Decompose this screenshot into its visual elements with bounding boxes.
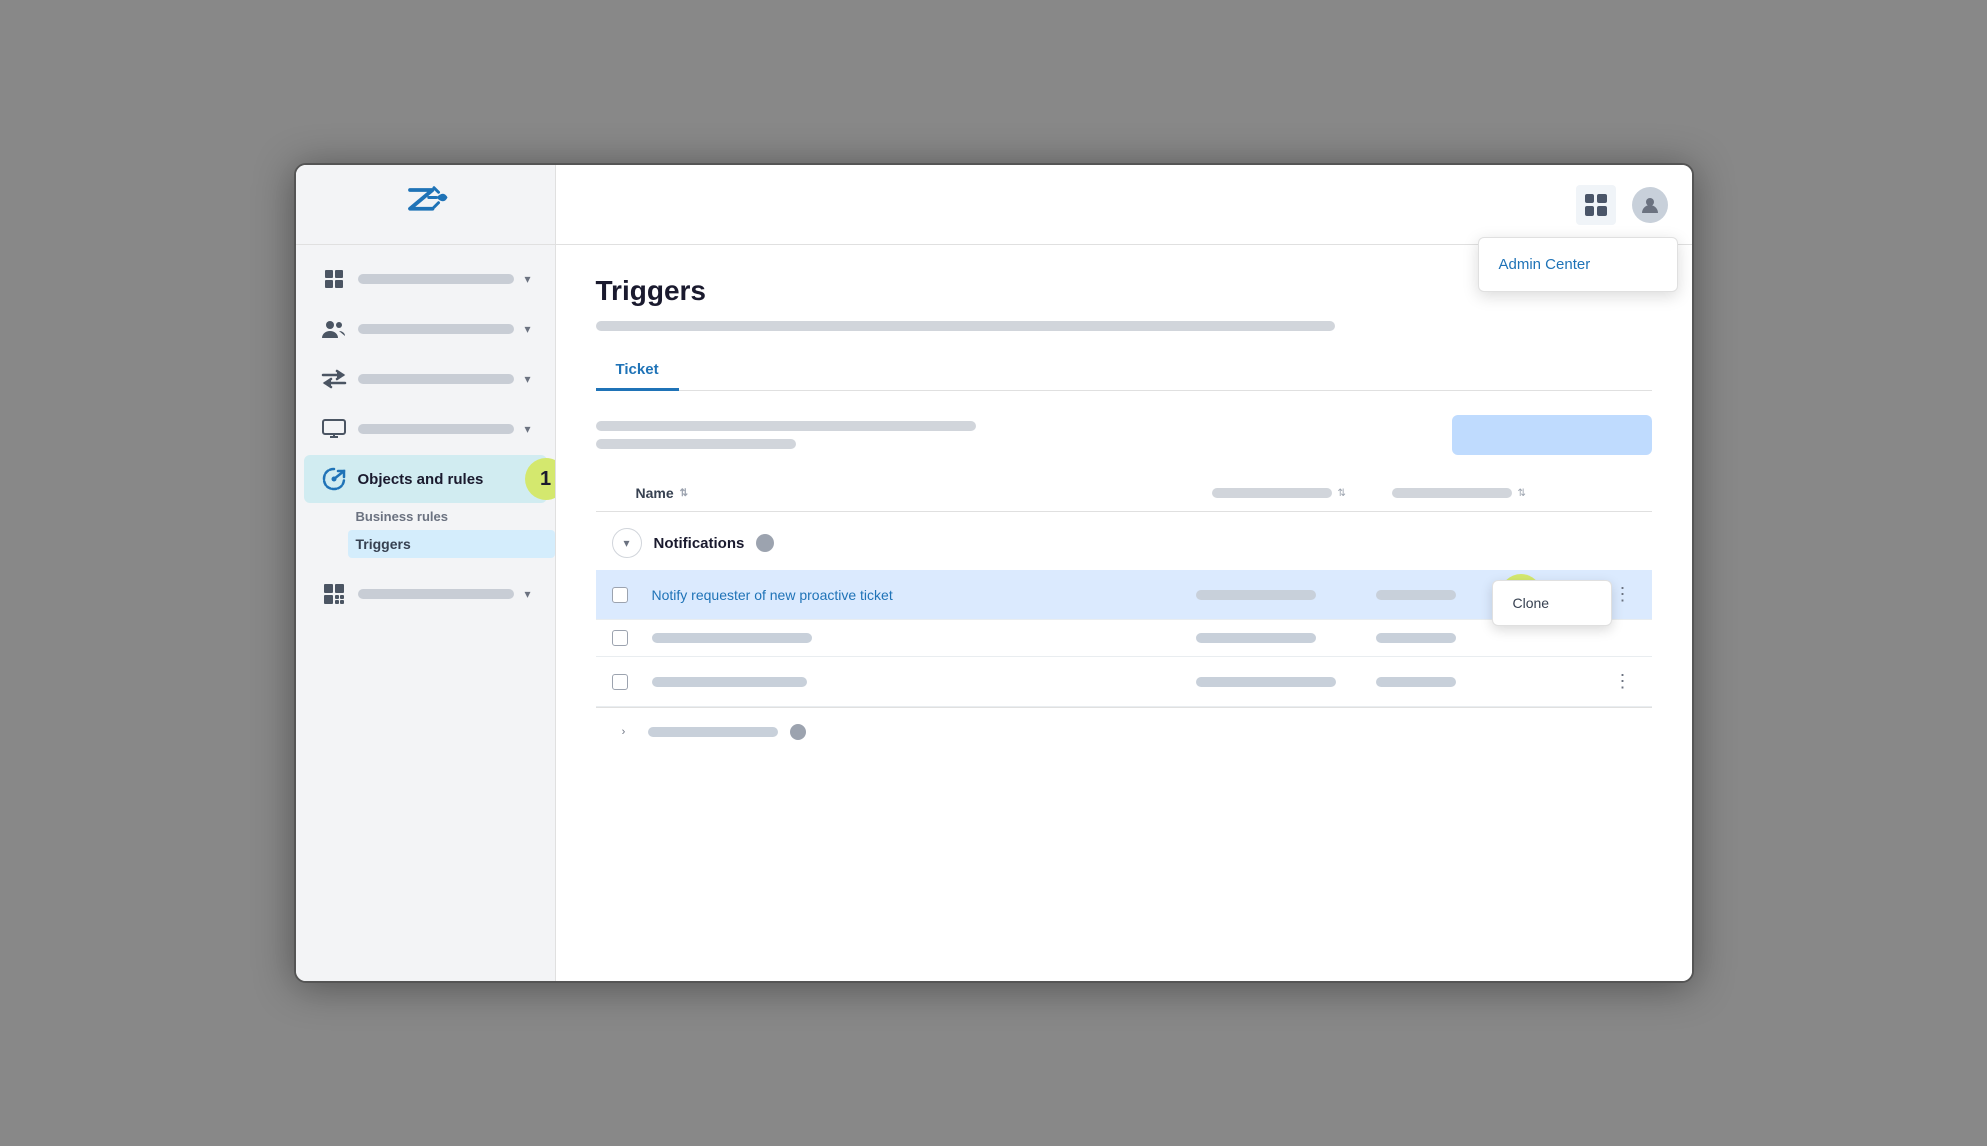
sidebar-label-bar (358, 324, 515, 334)
monitor-icon (320, 415, 348, 443)
chevron-down-icon: ▾ (524, 372, 530, 386)
chevron-down-icon: ▾ (524, 587, 530, 601)
user-silhouette-icon (1640, 195, 1660, 215)
apps-icon (320, 580, 348, 608)
row-mid-bar (1196, 677, 1336, 687)
row-mid-bar (1196, 590, 1316, 600)
mid-col-bar (1212, 488, 1332, 498)
header-name-col: Name ⇅ (636, 485, 1212, 501)
row-name-bar (652, 633, 812, 643)
chevron-down-icon: ▾ (524, 422, 530, 436)
row-right-bar (1376, 590, 1456, 600)
group-status-dot (756, 534, 774, 552)
top-right-actions: Admin Center (1576, 185, 1668, 225)
top-bar: Admin Center (296, 165, 1692, 245)
sidebar-item-channels[interactable]: ▾ (304, 355, 547, 403)
sidebar-item-apps[interactable]: ▾ (304, 570, 547, 618)
expand-group-button[interactable]: › (612, 720, 636, 744)
sidebar-objects-rules-label: Objects and rules (358, 471, 484, 488)
loading-bar (596, 321, 1335, 331)
group-collapse-button[interactable]: ▾ (612, 528, 642, 558)
toolbar-action-button[interactable] (1452, 415, 1652, 455)
collapsed-group-bar (648, 727, 778, 737)
toolbar (596, 415, 1652, 455)
row-name (652, 633, 1196, 643)
sidebar-item-objects-rules[interactable]: Objects and rules 1 (304, 455, 547, 503)
row-name (652, 677, 1196, 687)
table-row (596, 620, 1652, 657)
row1-wrapper: Notify requester of new proactive ticket… (596, 570, 1652, 620)
main-content: Triggers Ticket Name ⇅ (556, 245, 1692, 981)
row-checkbox[interactable] (612, 674, 652, 690)
building-icon (320, 265, 348, 293)
group-label: Notifications (654, 535, 745, 552)
sidebar-label-bar (358, 274, 515, 284)
right-col-bar (1392, 488, 1512, 498)
row-checkbox[interactable] (612, 630, 652, 646)
logo-area (296, 165, 556, 244)
checkbox-input[interactable] (612, 674, 628, 690)
sidebar-sub-items: Business rules Triggers (296, 505, 555, 558)
main-layout: ▾ ▾ (296, 245, 1692, 981)
row-name: Notify requester of new proactive ticket (652, 587, 1196, 603)
toolbar-bar-short (596, 439, 796, 449)
step-badge-1: 1 (525, 458, 556, 500)
right-sort-icon[interactable]: ⇅ (1518, 488, 1526, 499)
row-checkbox[interactable] (612, 587, 652, 603)
table-row: ⋮ (596, 657, 1652, 707)
sidebar-item-workspaces[interactable]: ▾ (304, 255, 547, 303)
notifications-group-header[interactable]: ▾ Notifications (596, 516, 1652, 570)
sidebar-item-people[interactable]: ▾ (304, 305, 547, 353)
context-menu: Clone (1492, 580, 1612, 626)
table-header: Name ⇅ ⇅ ⇅ (596, 475, 1652, 512)
sidebar-section-business-rules: Business rules (348, 505, 555, 528)
row-actions-menu-button[interactable]: ⋮ (1610, 580, 1636, 609)
checkbox-input[interactable] (612, 587, 628, 603)
user-avatar-button[interactable] (1632, 187, 1668, 223)
objects-rules-icon (320, 465, 348, 493)
collapsed-group-row[interactable]: › (596, 707, 1652, 756)
toolbar-left (596, 421, 976, 449)
arrows-icon (320, 365, 348, 393)
row-mid-bar (1196, 633, 1316, 643)
trigger-link[interactable]: Notify requester of new proactive ticket (652, 587, 893, 603)
row-right-cell (1376, 677, 1596, 687)
row-mid-cell (1196, 677, 1376, 687)
row-actions-menu-button[interactable]: ⋮ (1610, 667, 1636, 696)
row-mid-cell (1196, 633, 1376, 643)
header-right-col: ⇅ (1392, 488, 1612, 499)
grid-icon (1585, 194, 1607, 216)
mid-sort-icon[interactable]: ⇅ (1338, 488, 1346, 499)
row-name-bar (652, 677, 807, 687)
toolbar-bar-long (596, 421, 976, 431)
chevron-down-icon: ▾ (524, 272, 530, 286)
zendesk-logo (395, 180, 455, 230)
people-icon (320, 315, 348, 343)
row-right-cell (1376, 633, 1596, 643)
row-actions: ⋮ (1596, 667, 1636, 696)
tab-ticket[interactable]: Ticket (596, 351, 679, 391)
sidebar-sub-item-triggers[interactable]: Triggers (348, 530, 555, 558)
name-col-label: Name (636, 485, 674, 501)
sidebar-label-bar (358, 424, 515, 434)
collapsed-group-dot (790, 724, 806, 740)
admin-center-dropdown: Admin Center (1478, 237, 1678, 292)
sidebar-item-devices[interactable]: ▾ (304, 405, 547, 453)
row-mid-cell (1196, 590, 1376, 600)
sort-icon[interactable]: ⇅ (680, 488, 688, 499)
chevron-down-icon: ▾ (524, 322, 530, 336)
admin-center-link[interactable]: Admin Center (1479, 246, 1677, 283)
row-right-bar (1376, 677, 1456, 687)
header-mid-col: ⇅ (1212, 488, 1392, 499)
checkbox-input[interactable] (612, 630, 628, 646)
row-right-bar (1376, 633, 1456, 643)
tabs-bar: Ticket (596, 351, 1652, 391)
grid-menu-button[interactable] (1576, 185, 1616, 225)
sidebar-label-bar (358, 374, 515, 384)
sidebar-label-bar (358, 589, 515, 599)
sidebar: ▾ ▾ (296, 245, 556, 981)
clone-menu-item[interactable]: Clone (1493, 585, 1611, 621)
